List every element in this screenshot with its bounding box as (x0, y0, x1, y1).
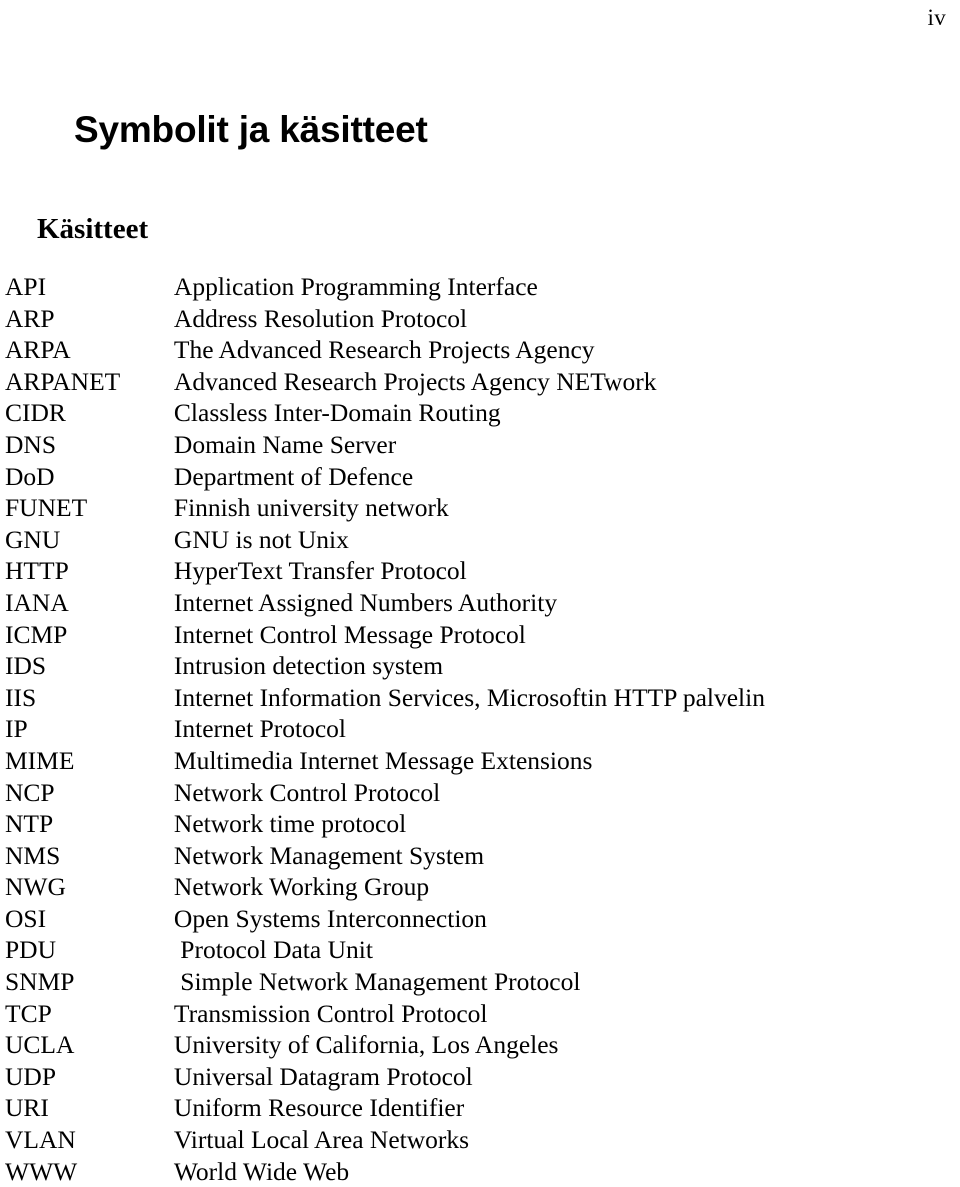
glossary-abbreviation: NMS (5, 840, 61, 870)
glossary-definition: Open Systems Interconnection (173, 903, 487, 933)
glossary-definition: Universal Datagram Protocol (173, 1061, 473, 1091)
glossary-row: SNMP Simple Network Management Protocol (0, 966, 960, 998)
glossary-abbreviation: VLAN (5, 1125, 76, 1155)
glossary-row: CIDR Classless Inter-Domain Routing (0, 397, 960, 429)
glossary-definition: Uniform Resource Identifier (173, 1093, 465, 1123)
glossary-table: API Application Programming Interface ARP A… (0, 271, 960, 1187)
page-title: Symbolit ja käsitteet (74, 108, 428, 150)
glossary-row: UDP Universal Datagram Protocol (0, 1061, 960, 1093)
glossary-definition: Finnish university network (173, 493, 449, 523)
glossary-row: IDS Intrusion detection system (0, 650, 960, 682)
glossary-abbreviation: ARPA (5, 335, 71, 365)
glossary-row: API Application Programming Interface (0, 271, 960, 303)
glossary-abbreviation: IDS (5, 651, 47, 681)
glossary-abbreviation: CIDR (5, 398, 66, 428)
glossary-abbreviation: HTTP (5, 556, 69, 586)
glossary-definition: Internet Information Services, Microsoft… (173, 682, 765, 712)
glossary-definition: HyperText Transfer Protocol (173, 556, 467, 586)
glossary-definition: Simple Network Management Protocol (173, 967, 581, 997)
glossary-abbreviation: MIME (5, 745, 75, 775)
glossary-definition: Advanced Research Projects Agency NETwor… (173, 366, 657, 396)
glossary-row: UCLA University of California, Los Angele… (0, 1029, 960, 1061)
glossary-abbreviation: IANA (5, 587, 69, 617)
glossary-row: DoD Department of Defence (0, 461, 960, 493)
glossary-row: PDU Protocol Data Unit (0, 934, 960, 966)
glossary-abbreviation: DoD (5, 461, 55, 491)
glossary-definition: Network Working Group (173, 872, 430, 902)
glossary-abbreviation: SNMP (5, 967, 75, 997)
glossary-row: ICMP Internet Control Message Protocol (0, 619, 960, 651)
glossary-table-body: API Application Programming Interface ARP A… (0, 271, 960, 1187)
glossary-abbreviation: DNS (5, 429, 57, 459)
glossary-row: VLAN Virtual Local Area Networks (0, 1124, 960, 1156)
glossary-row: MIME Multimedia Internet Message Extensio… (0, 745, 960, 777)
glossary-abbreviation: NCP (5, 777, 55, 807)
glossary-definition: Department of Defence (173, 461, 414, 491)
glossary-abbreviation: URI (5, 1093, 49, 1123)
glossary-definition: University of California, Los Angeles (173, 1030, 559, 1060)
glossary-definition: Transmission Control Protocol (173, 998, 488, 1028)
glossary-row: HTTP HyperText Transfer Protocol (0, 555, 960, 587)
glossary-abbreviation: PDU (5, 935, 57, 965)
glossary-abbreviation: WWW (5, 1156, 78, 1186)
glossary-abbreviation: UCLA (5, 1030, 75, 1060)
glossary-definition: Multimedia Internet Message Extensions (173, 745, 593, 775)
glossary-abbreviation: ARP (5, 303, 55, 333)
glossary-row: GNU GNU is not Unix (0, 524, 960, 556)
glossary-definition: Network Management System (173, 840, 485, 870)
glossary-definition: Classless Inter-Domain Routing (173, 398, 501, 428)
glossary-definition: Internet Assigned Numbers Authority (173, 587, 558, 617)
glossary-row: NCP Network Control Protocol (0, 777, 960, 809)
glossary-row: URI Uniform Resource Identifier (0, 1092, 960, 1124)
glossary-abbreviation: GNU (5, 524, 61, 554)
glossary-row: IANA Internet Assigned Numbers Authority (0, 587, 960, 619)
glossary-abbreviation: TCP (5, 998, 52, 1028)
glossary-row: NTP Network time protocol (0, 808, 960, 840)
glossary-definition: Internet Protocol (173, 714, 346, 744)
glossary-abbreviation: UDP (5, 1061, 57, 1091)
glossary-definition: Virtual Local Area Networks (173, 1125, 470, 1155)
page-number: iv (927, 5, 946, 30)
glossary-definition: Address Resolution Protocol (173, 303, 468, 333)
glossary-abbreviation: IP (5, 714, 28, 744)
glossary-definition: Application Programming Interface (173, 272, 538, 301)
glossary-abbreviation: ARPANET (5, 366, 121, 396)
glossary-abbreviation: NWG (5, 872, 66, 902)
glossary-row: DNS Domain Name Server (0, 429, 960, 461)
glossary-definition: Protocol Data Unit (173, 935, 373, 965)
glossary-definition: GNU is not Unix (173, 524, 349, 554)
glossary-definition: Network time protocol (173, 809, 407, 839)
glossary-row: WWW World Wide Web (0, 1156, 960, 1187)
glossary-row: ARP Address Resolution Protocol (0, 303, 960, 335)
glossary-row: IIS Internet Information Services, Micros… (0, 682, 960, 714)
glossary-definition: The Advanced Research Projects Agency (173, 335, 595, 365)
glossary-abbreviation: FUNET (5, 493, 88, 523)
glossary-definition: World Wide Web (173, 1156, 350, 1186)
glossary-row: IP Internet Protocol (0, 713, 960, 745)
glossary-row: ARPANET Advanced Research Projects Agency… (0, 366, 960, 398)
glossary-definition: Internet Control Message Protocol (173, 619, 526, 649)
glossary-row: OSI Open Systems Interconnection (0, 903, 960, 935)
glossary-abbreviation: NTP (5, 809, 54, 839)
glossary-row: FUNET Finnish university network (0, 492, 960, 524)
section-heading: Käsitteet (37, 213, 149, 246)
glossary-abbreviation: ICMP (5, 619, 68, 649)
glossary-abbreviation: IIS (5, 682, 37, 712)
glossary-row: TCP Transmission Control Protocol (0, 998, 960, 1030)
glossary-row: ARPA The Advanced Research Projects Agenc… (0, 334, 960, 366)
glossary-row: NMS Network Management System (0, 840, 960, 872)
glossary-abbreviation: OSI (5, 903, 47, 933)
document-page: iv Symbolit ja käsitteet Käsitteet API Ap… (0, 0, 960, 1187)
glossary-row: NWG Network Working Group (0, 871, 960, 903)
glossary-definition: Intrusion detection system (173, 651, 444, 681)
glossary-definition: Network Control Protocol (173, 777, 441, 807)
glossary-abbreviation: API (5, 272, 47, 301)
glossary-definition: Domain Name Server (173, 429, 397, 459)
